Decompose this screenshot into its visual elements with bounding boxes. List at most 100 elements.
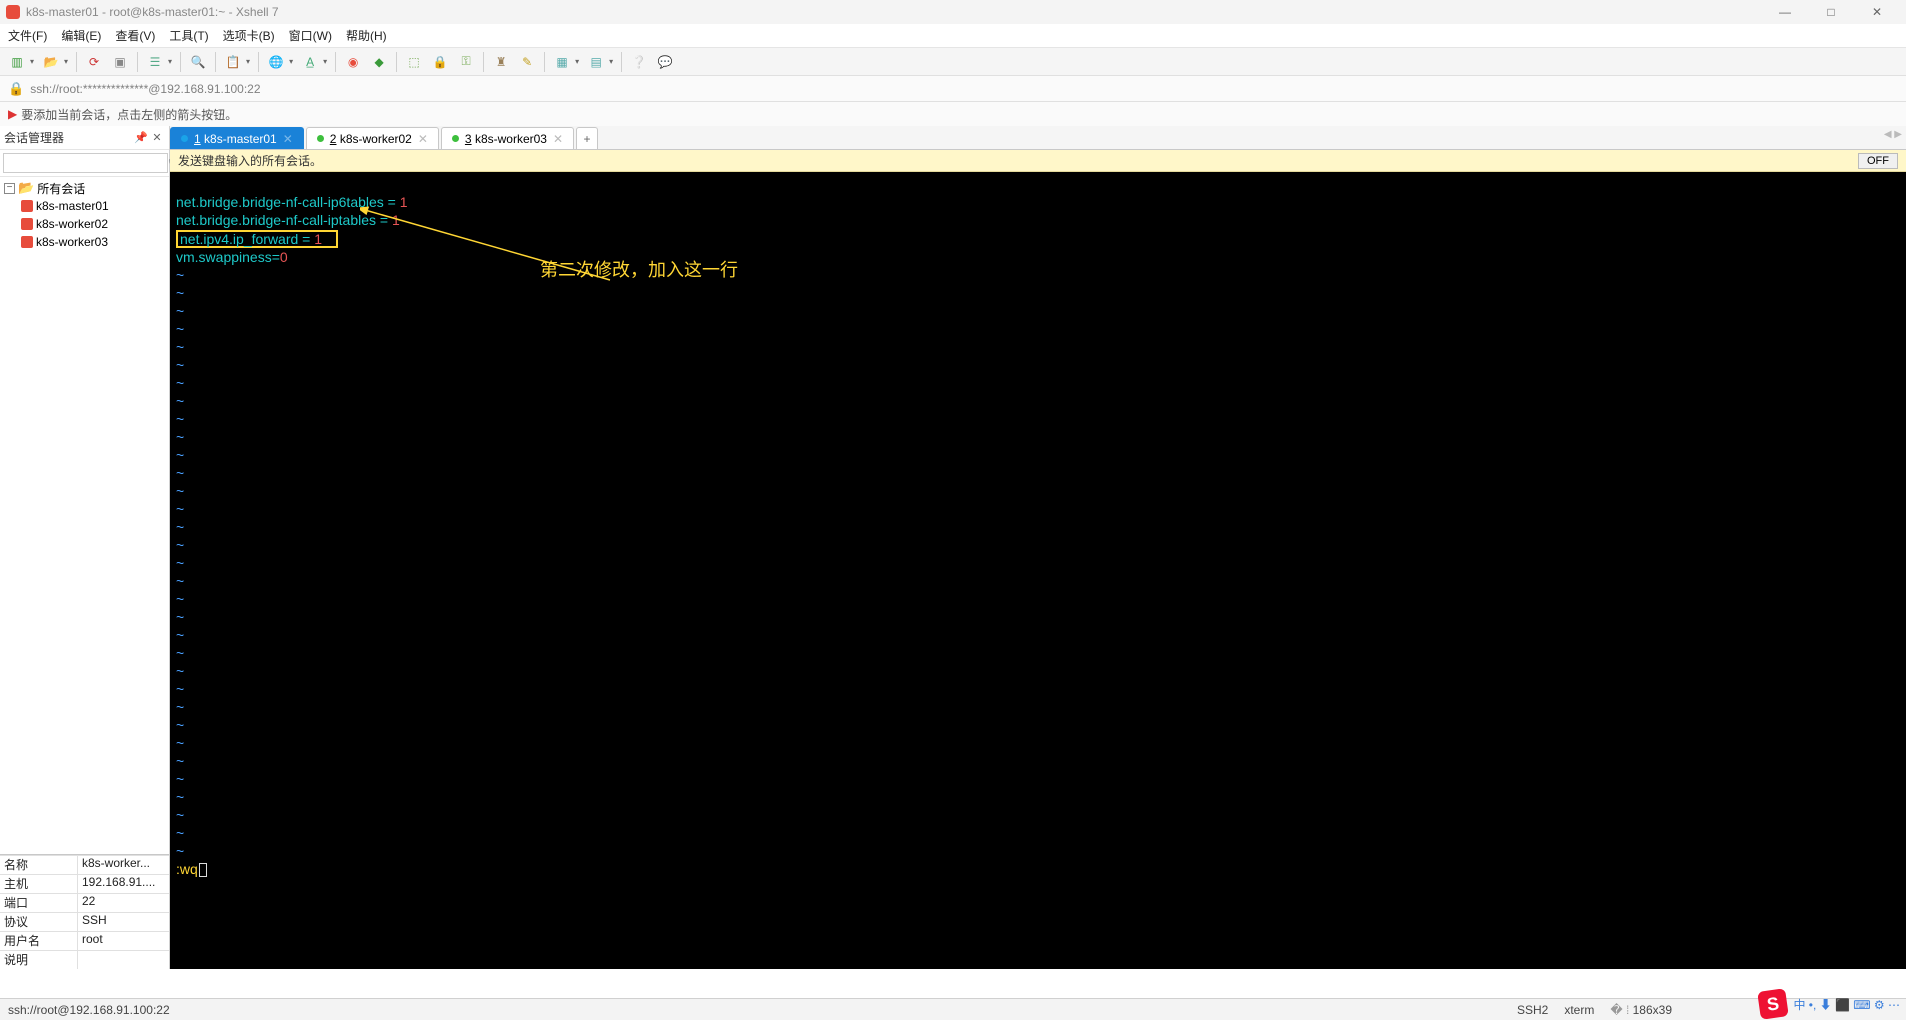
layout1-icon[interactable]: ▦ bbox=[553, 53, 571, 71]
close-button[interactable]: ✕ bbox=[1854, 0, 1900, 24]
menu-help[interactable]: 帮助(H) bbox=[346, 27, 387, 44]
cursor bbox=[199, 863, 207, 877]
disconnect-icon[interactable]: ▣ bbox=[111, 53, 129, 71]
menu-edit[interactable]: 编辑(E) bbox=[61, 27, 101, 44]
globe-icon[interactable]: 🌐 bbox=[267, 53, 285, 71]
ime-tray[interactable]: 中 •, ⬇ ⬛ ⌨ ⚙ ⋯ bbox=[1759, 990, 1900, 1018]
menu-file[interactable]: 文件(F) bbox=[8, 27, 47, 44]
prop-val: k8s-worker... bbox=[78, 856, 169, 874]
maximize-button[interactable]: □ bbox=[1808, 0, 1854, 24]
host-icon bbox=[21, 218, 33, 230]
tab-k8s-master01[interactable]: 1 k8s-master01 ✕ bbox=[170, 127, 304, 149]
status-term: xterm bbox=[1564, 1003, 1594, 1017]
prop-val: 192.168.91.... bbox=[78, 875, 169, 893]
annotation-text: 第二次修改，加入这一行 bbox=[540, 262, 738, 278]
broadcast-toggle-button[interactable]: OFF bbox=[1858, 153, 1898, 169]
tab-nav[interactable]: ◀ ▶ bbox=[1884, 129, 1902, 140]
status-dot-icon bbox=[317, 135, 324, 142]
font-icon[interactable]: A̲ bbox=[301, 53, 319, 71]
term-line: vm.swappiness bbox=[176, 249, 272, 265]
tree-item-label: k8s-worker02 bbox=[36, 217, 108, 231]
tab-label: k8s-worker02 bbox=[340, 132, 412, 146]
toolbar: ▥▾ 📂▾ ⟳ ▣ ☰▾ 🔍 📋▾ 🌐▾ A̲▾ ◉ ◆ ⬚ 🔒 ⚿ ♜ ✎ ▦… bbox=[0, 48, 1906, 76]
prop-val bbox=[78, 951, 169, 969]
status-protocol: SSH2 bbox=[1517, 1003, 1548, 1017]
hint-bar: ▶ 要添加当前会话，点击左侧的箭头按钮。 bbox=[0, 102, 1906, 126]
highlight-icon[interactable]: ✎ bbox=[518, 53, 536, 71]
hint-text: 要添加当前会话，点击左侧的箭头按钮。 bbox=[21, 106, 237, 123]
lock-icon[interactable]: 🔒 bbox=[431, 53, 449, 71]
tree-item[interactable]: k8s-worker02 bbox=[2, 215, 167, 233]
panel-title: 会话管理器 bbox=[4, 129, 133, 146]
menu-bar: 文件(F) 编辑(E) 查看(V) 工具(T) 选项卡(B) 窗口(W) 帮助(… bbox=[0, 24, 1906, 48]
companion-icon[interactable]: ◉ bbox=[344, 53, 362, 71]
tab-k8s-worker02[interactable]: 2 k8s-worker02 ✕ bbox=[306, 127, 439, 149]
pin-icon[interactable]: 📌 bbox=[133, 131, 149, 144]
ssl-lock-icon: 🔒 bbox=[8, 81, 24, 97]
tab-k8s-worker03[interactable]: 3 k8s-worker03 ✕ bbox=[441, 127, 574, 149]
help-icon[interactable]: ❔ bbox=[630, 53, 648, 71]
prop-val: root bbox=[78, 932, 169, 950]
address-text: ssh://root:**************@192.168.91.100… bbox=[30, 82, 260, 96]
window-titlebar: k8s-master01 - root@k8s-master01:~ - Xsh… bbox=[0, 0, 1906, 24]
prop-val: 22 bbox=[78, 894, 169, 912]
tab-label: k8s-master01 bbox=[204, 132, 277, 146]
panel-close-icon[interactable]: ✕ bbox=[149, 131, 165, 144]
address-bar[interactable]: 🔒 ssh://root:**************@192.168.91.1… bbox=[0, 76, 1906, 102]
terminal[interactable]: net.bridge.bridge-nf-call-ip6tables = 1 … bbox=[170, 172, 1906, 969]
ime-status: 中 •, ⬇ ⬛ ⌨ ⚙ ⋯ bbox=[1793, 996, 1900, 1013]
host-icon bbox=[21, 236, 33, 248]
annotation-arrow bbox=[360, 205, 620, 295]
prop-val: SSH bbox=[78, 913, 169, 931]
copy-icon[interactable]: 📋 bbox=[224, 53, 242, 71]
prop-key: 端口 bbox=[0, 894, 78, 912]
session-search-input[interactable] bbox=[3, 153, 168, 173]
sogou-icon[interactable] bbox=[1758, 988, 1790, 1020]
tree-item[interactable]: k8s-worker03 bbox=[2, 233, 167, 251]
open-folder-icon[interactable]: 📂 bbox=[42, 53, 60, 71]
prop-key: 说明 bbox=[0, 951, 78, 969]
reconnect-icon[interactable]: ⟳ bbox=[85, 53, 103, 71]
prop-key: 用户名 bbox=[0, 932, 78, 950]
tab-label: k8s-worker03 bbox=[475, 132, 547, 146]
tree-item-label: k8s-master01 bbox=[36, 199, 109, 213]
status-dot-icon bbox=[181, 135, 188, 142]
collapse-icon[interactable]: − bbox=[4, 183, 15, 194]
session-manager-panel: 会话管理器 📌 ✕ 🔍 − 📂 所有会话 k8s-master01 k8s-wo… bbox=[0, 126, 170, 969]
session-tree[interactable]: − 📂 所有会话 k8s-master01 k8s-worker02 k8s-w… bbox=[0, 177, 169, 854]
status-dot-icon bbox=[452, 135, 459, 142]
status-address: ssh://root@192.168.91.100:22 bbox=[8, 1003, 170, 1017]
broadcast-text: 发送键盘输入的所有会话。 bbox=[178, 152, 1858, 169]
search-icon[interactable]: 🔍 bbox=[189, 53, 207, 71]
tree-root[interactable]: − 📂 所有会话 bbox=[2, 179, 167, 197]
castle-icon[interactable]: ♜ bbox=[492, 53, 510, 71]
key-icon[interactable]: ⚿ bbox=[457, 53, 475, 71]
tool-a-icon[interactable]: ⬚ bbox=[405, 53, 423, 71]
vim-command: :wq bbox=[176, 861, 198, 877]
prop-key: 协议 bbox=[0, 913, 78, 931]
new-session-icon[interactable]: ▥ bbox=[8, 53, 26, 71]
status-size: � ⁞ 186x39 bbox=[1610, 1003, 1672, 1017]
tree-root-label: 所有会话 bbox=[37, 180, 85, 197]
broadcast-bar: 发送键盘输入的所有会话。 OFF bbox=[170, 150, 1906, 172]
flag-icon: ▶ bbox=[8, 107, 17, 121]
add-tab-button[interactable]: + bbox=[576, 127, 598, 149]
tree-item[interactable]: k8s-master01 bbox=[2, 197, 167, 215]
minimize-button[interactable]: — bbox=[1762, 0, 1808, 24]
chat-icon[interactable]: 💬 bbox=[656, 53, 674, 71]
menu-tabs[interactable]: 选项卡(B) bbox=[223, 27, 275, 44]
menu-tools[interactable]: 工具(T) bbox=[169, 27, 208, 44]
xftp-icon[interactable]: ◆ bbox=[370, 53, 388, 71]
term-line: net.bridge.bridge-nf-call-ip6tables bbox=[176, 194, 384, 210]
tab-close-icon[interactable]: ✕ bbox=[553, 132, 563, 146]
properties-icon[interactable]: ☰ bbox=[146, 53, 164, 71]
session-tabs: 1 k8s-master01 ✕ 2 k8s-worker02 ✕ 3 k8s-… bbox=[170, 126, 1906, 150]
menu-window[interactable]: 窗口(W) bbox=[289, 27, 332, 44]
tab-num: 2 bbox=[330, 132, 337, 146]
menu-view[interactable]: 查看(V) bbox=[115, 27, 155, 44]
tab-close-icon[interactable]: ✕ bbox=[283, 132, 293, 146]
session-properties: 名称k8s-worker... 主机192.168.91.... 端口22 协议… bbox=[0, 854, 169, 969]
layout2-icon[interactable]: ▤ bbox=[587, 53, 605, 71]
term-line: net.bridge.bridge-nf-call-iptables bbox=[176, 212, 376, 228]
tab-close-icon[interactable]: ✕ bbox=[418, 132, 428, 146]
